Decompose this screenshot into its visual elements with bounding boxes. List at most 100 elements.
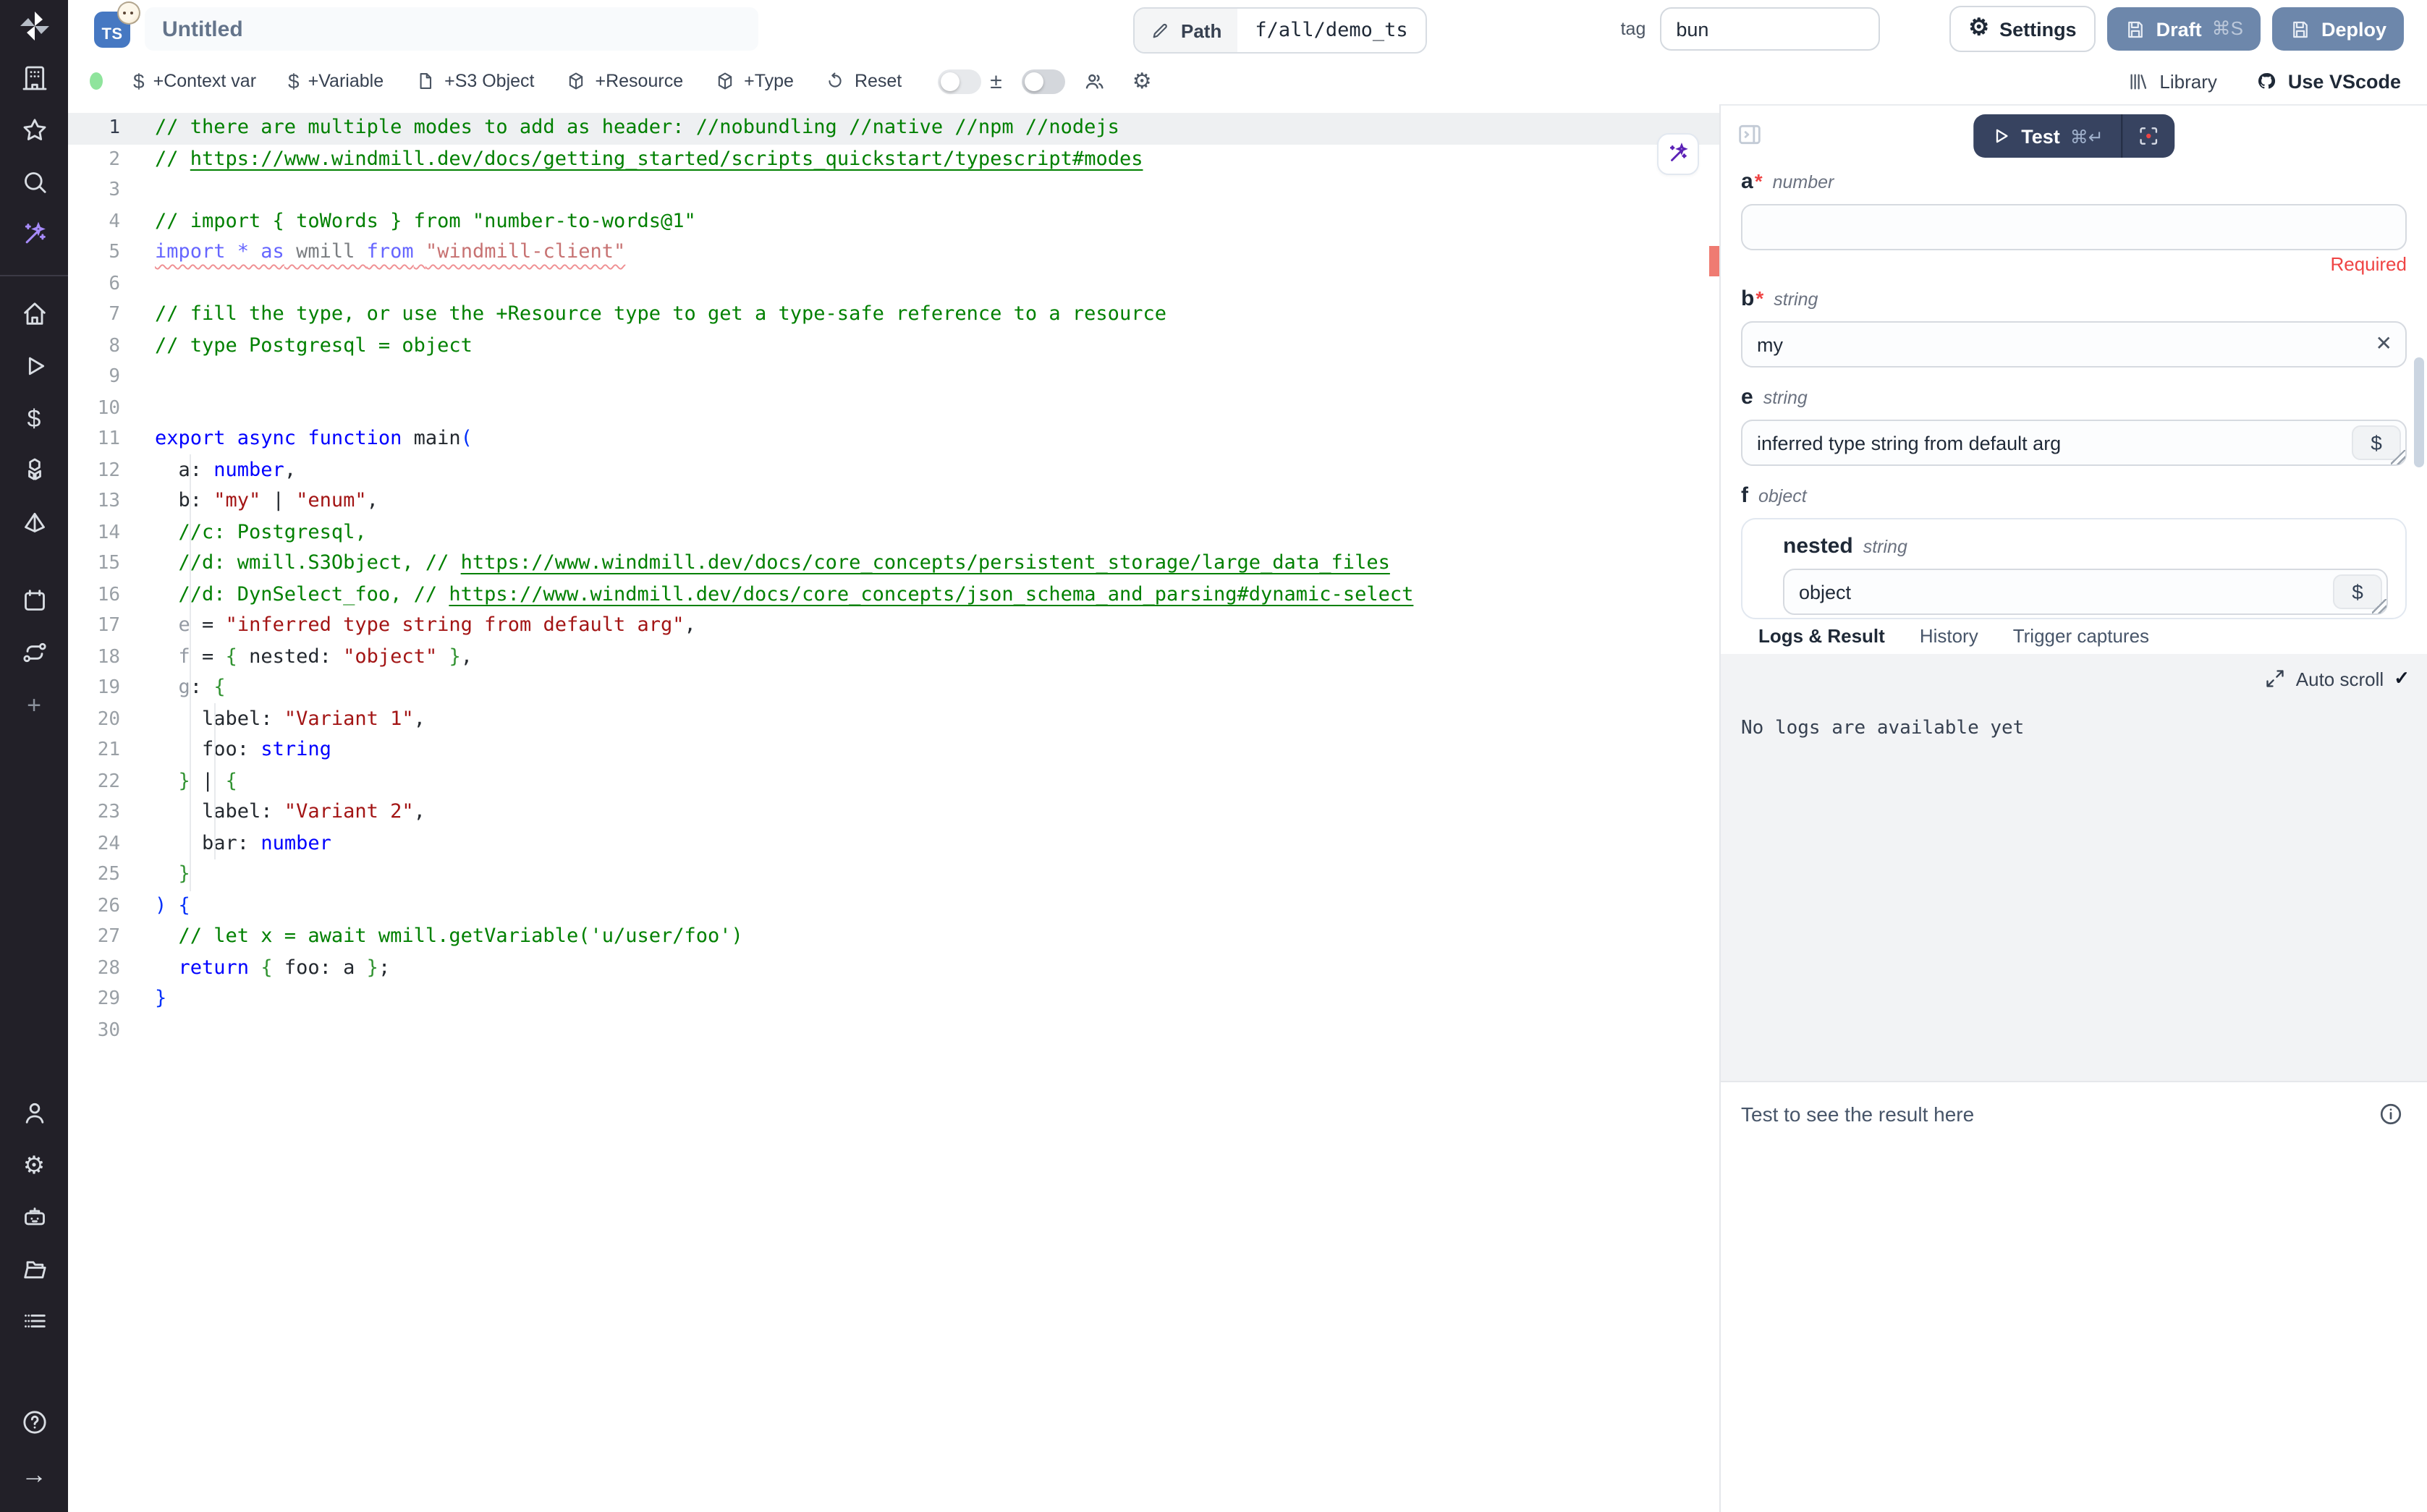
ai-wand-icon[interactable] xyxy=(17,217,51,252)
code-line[interactable]: 28 return { foo: a }; xyxy=(68,953,1719,984)
windmill-logo-icon[interactable] xyxy=(17,9,51,43)
workspace-icon[interactable] xyxy=(17,61,51,95)
code-line[interactable]: 18 f = { nested: "object" }, xyxy=(68,642,1719,673)
path-label: Path xyxy=(1181,20,1221,41)
code-line[interactable]: 21 foo: string xyxy=(68,735,1719,766)
code-line[interactable]: 12 a: number, xyxy=(68,455,1719,486)
code-line[interactable]: 29} xyxy=(68,984,1719,1015)
code-line[interactable]: 1// there are multiple modes to add as h… xyxy=(68,113,1719,144)
collapse-panel-button[interactable] xyxy=(1735,120,1764,149)
use-vscode-label: Use VScode xyxy=(2288,70,2401,92)
code-line[interactable]: 19 g: { xyxy=(68,673,1719,704)
add-resource-button[interactable]: +Resource xyxy=(551,58,700,104)
code-line[interactable]: 3 xyxy=(68,175,1719,206)
resize-grip[interactable] xyxy=(2372,599,2386,613)
code-line[interactable]: 14 //c: Postgresql, xyxy=(68,517,1719,548)
line-number: 3 xyxy=(68,175,155,206)
search-icon[interactable] xyxy=(17,165,51,200)
reset-label: Reset xyxy=(855,71,902,91)
code-line[interactable]: 17 e = "inferred type string from defaul… xyxy=(68,611,1719,642)
code-line[interactable]: 7// fill the type, or use the +Resource … xyxy=(68,300,1719,331)
code-line[interactable]: 10 xyxy=(68,393,1719,424)
field-e-input[interactable] xyxy=(1741,420,2407,466)
tab-logs-result[interactable]: Logs & Result xyxy=(1741,625,1902,657)
audit-list-icon[interactable] xyxy=(17,1304,51,1338)
field-nested-input[interactable] xyxy=(1783,569,2388,615)
code-line[interactable]: 5import * as wmill from "windmill-client… xyxy=(68,237,1719,268)
code-line[interactable]: 23 label: "Variant 2", xyxy=(68,797,1719,828)
diff-mode-toggle[interactable] xyxy=(938,69,981,93)
code-line[interactable]: 13 b: "my" | "enum", xyxy=(68,486,1719,517)
field-a-input[interactable] xyxy=(1741,204,2407,250)
path-button[interactable]: Path f/all/demo_ts xyxy=(1133,7,1427,54)
field-a-required-error: Required xyxy=(1741,253,2407,275)
code-line[interactable]: 22 } | { xyxy=(68,766,1719,797)
code-line[interactable]: 30 xyxy=(68,1015,1719,1046)
autoscroll-control[interactable]: Auto scroll ✓ xyxy=(2266,667,2410,690)
settings-button-label: Settings xyxy=(1999,18,2077,40)
expand-sidebar-arrow-icon[interactable]: → xyxy=(17,1457,51,1492)
test-capture-button[interactable] xyxy=(2122,114,2174,158)
field-b-input[interactable] xyxy=(1741,321,2407,368)
add-s3-object-button[interactable]: +S3 Object xyxy=(399,58,550,104)
test-button[interactable]: Test ⌘↵ xyxy=(1973,114,2121,158)
tag-input[interactable] xyxy=(1660,7,1880,51)
folders-icon[interactable] xyxy=(17,1252,51,1286)
code-editor[interactable]: 1// there are multiple modes to add as h… xyxy=(68,104,1719,1512)
clear-icon[interactable]: ✕ xyxy=(2376,331,2392,356)
panel-scrollbar-thumb[interactable] xyxy=(2414,357,2424,467)
code-line[interactable]: 27 // let x = await wmill.getVariable('u… xyxy=(68,922,1719,953)
line-number: 21 xyxy=(68,735,155,766)
draft-button[interactable]: Draft ⌘S xyxy=(2107,7,2261,51)
tag-label: tag xyxy=(1621,19,1646,39)
code-line[interactable]: 11export async function main( xyxy=(68,424,1719,455)
add-context-var-button[interactable]: $ +Context var xyxy=(117,58,272,104)
code-line[interactable]: 24 bar: number xyxy=(68,828,1719,859)
schedules-calendar-icon[interactable] xyxy=(17,583,51,618)
home-icon[interactable] xyxy=(17,297,51,331)
code-line[interactable]: 15 //d: wmill.S3Object, // https://www.w… xyxy=(68,548,1719,579)
settings-button[interactable]: ⚙ Settings xyxy=(1949,6,2095,52)
code-line[interactable]: 6 xyxy=(68,268,1719,300)
code-line[interactable]: 26) { xyxy=(68,891,1719,922)
code-line[interactable]: 2// https://www.windmill.dev/docs/gettin… xyxy=(68,144,1719,175)
code-line[interactable]: 4// import { toWords } from "number-to-w… xyxy=(68,206,1719,237)
line-number: 19 xyxy=(68,673,155,704)
multiplayer-toggle[interactable] xyxy=(1022,69,1066,93)
runs-play-icon[interactable] xyxy=(17,349,51,383)
resources-cubes-icon[interactable] xyxy=(17,453,51,488)
field-f-object-container: nested string $ xyxy=(1741,518,2407,619)
add-plus-icon[interactable]: + xyxy=(17,687,51,722)
script-title-input[interactable]: Untitled xyxy=(145,7,758,51)
code-line[interactable]: 16 //d: DynSelect_foo, // https://www.wi… xyxy=(68,579,1719,611)
code-line[interactable]: 20 label: "Variant 1", xyxy=(68,704,1719,735)
help-icon[interactable] xyxy=(17,1405,51,1440)
ai-assistant-button[interactable] xyxy=(1657,133,1699,175)
deploy-button[interactable]: Deploy xyxy=(2272,7,2404,51)
user-account-icon[interactable] xyxy=(17,1095,51,1130)
code-line[interactable]: 9 xyxy=(68,362,1719,393)
line-number: 28 xyxy=(68,953,155,984)
code-line[interactable]: 25 } xyxy=(68,859,1719,891)
code-line[interactable]: 8// type Postgresql = object xyxy=(68,331,1719,362)
sidebar-divider xyxy=(0,275,68,276)
workers-robot-icon[interactable] xyxy=(17,1199,51,1234)
resize-grip[interactable] xyxy=(2391,450,2405,464)
reset-button[interactable]: Reset xyxy=(810,58,918,104)
add-variable-button[interactable]: $ +Variable xyxy=(272,58,399,104)
library-button[interactable]: Library xyxy=(2127,70,2217,92)
info-icon[interactable] xyxy=(2378,1101,2404,1127)
favorites-star-icon[interactable] xyxy=(17,113,51,148)
flows-route-icon[interactable] xyxy=(17,635,51,670)
use-vscode-button[interactable]: Use VScode xyxy=(2255,69,2401,93)
variables-dollar-icon[interactable]: $ xyxy=(17,401,51,436)
tab-trigger-captures[interactable]: Trigger captures xyxy=(1996,625,2166,657)
tab-history[interactable]: History xyxy=(1902,625,1996,657)
settings-gear-icon[interactable]: ⚙ xyxy=(17,1147,51,1182)
add-variable-label: +Variable xyxy=(308,71,384,91)
add-type-button[interactable]: +Type xyxy=(699,58,810,104)
library-label: Library xyxy=(2159,70,2217,92)
triggers-prism-icon[interactable] xyxy=(17,505,51,540)
editor-settings-gear-icon[interactable]: ⚙ xyxy=(1132,70,1152,92)
gear-icon: ⚙ xyxy=(1968,17,1989,41)
